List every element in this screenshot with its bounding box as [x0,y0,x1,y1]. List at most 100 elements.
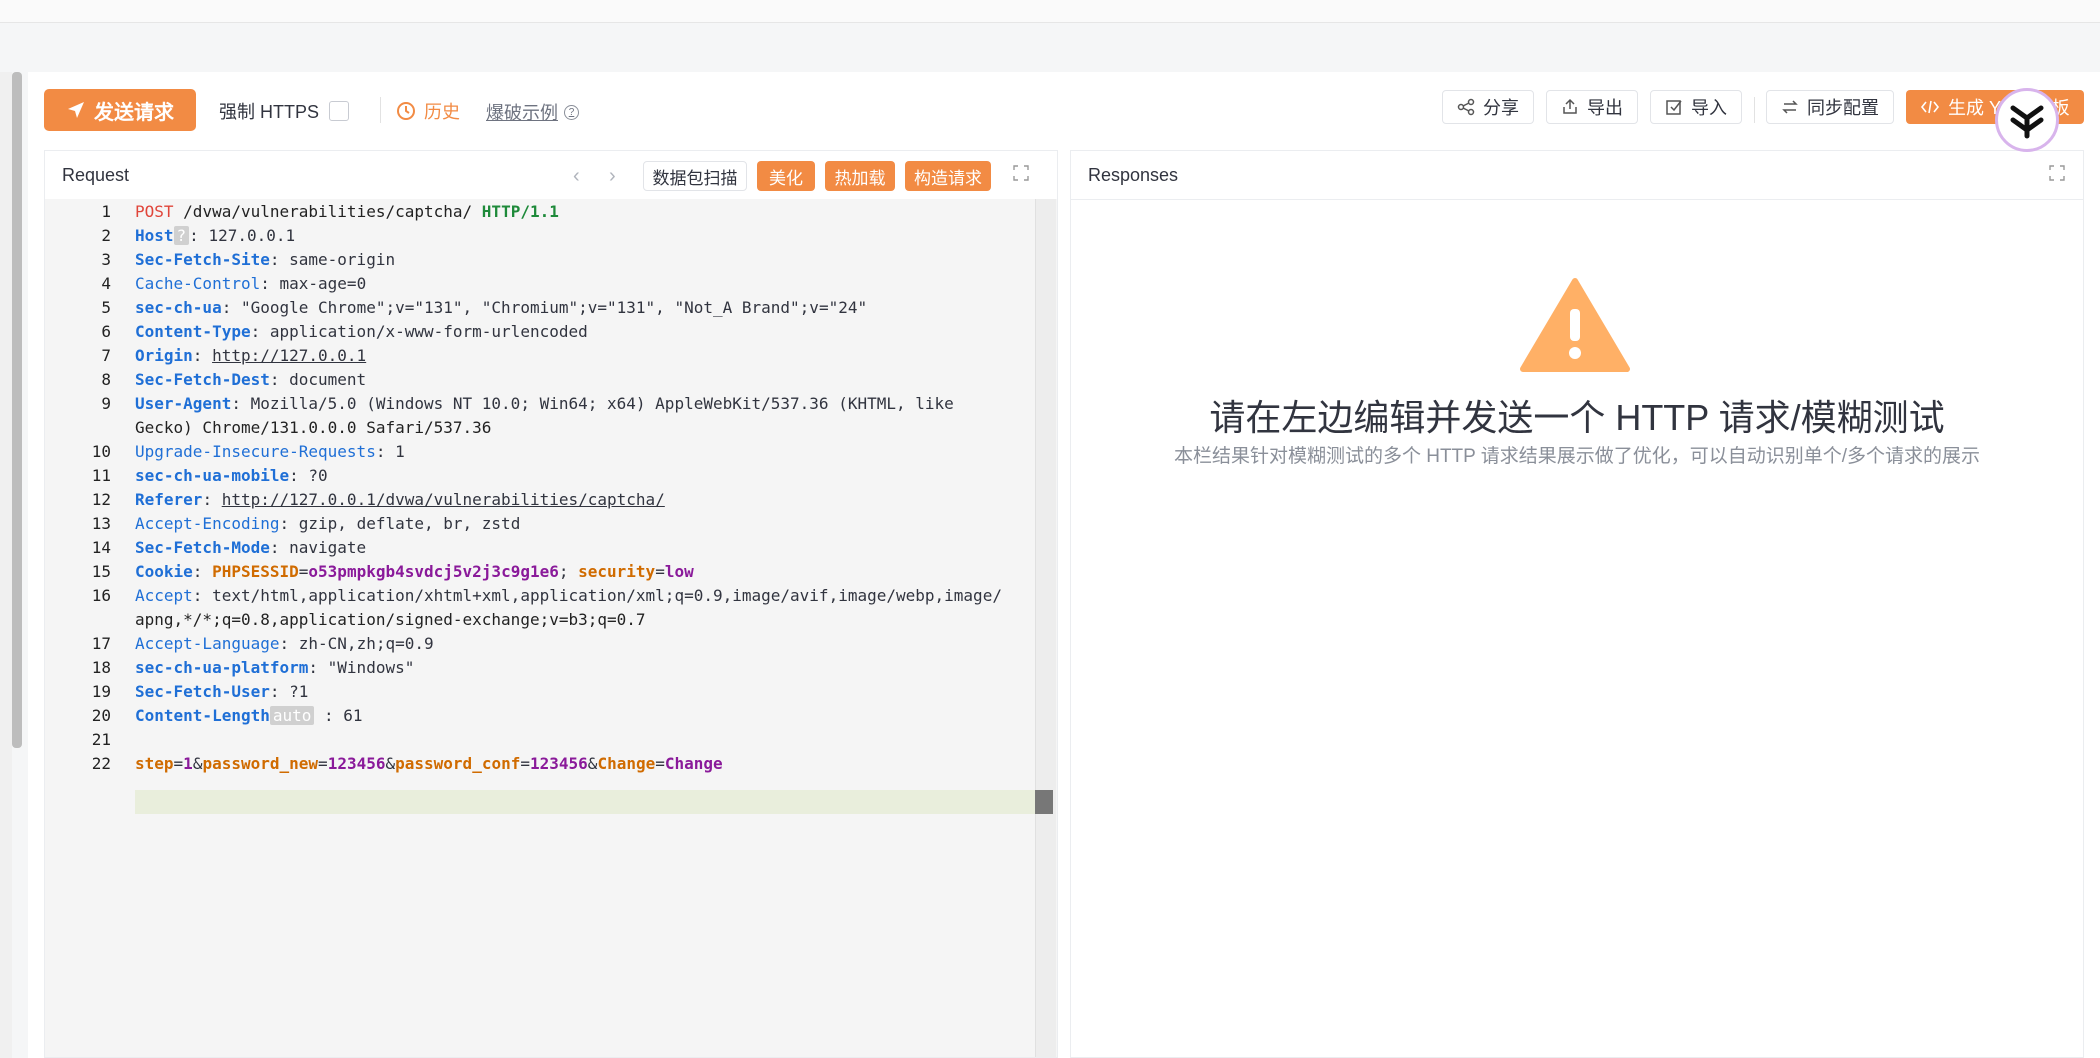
line-code: Referer: http://127.0.0.1/dvwa/vulnerabi… [135,490,665,509]
history-button[interactable]: 历史 [396,98,460,124]
editor-line[interactable]: 20 Content-Length auto : 61 [45,706,1045,730]
line-number: 16 [91,586,111,605]
editor-line[interactable]: 5 sec-ch-ua: "Google Chrome";v="131", "Ch… [45,298,1045,322]
editor-line[interactable]: 9 User-Agent: Mozilla/5.0 (Windows NT 10.… [45,394,1045,418]
editor-line[interactable]: 22 step=1&password_new=123456&password_co… [45,754,1045,778]
line-number: 7 [101,346,111,365]
line-code: POST /dvwa/vulnerabilities/captcha/ HTTP… [135,202,559,221]
line-number: 13 [91,514,111,533]
line-code: Content-Type: application/x-www-form-url… [135,322,588,341]
packet-scan-button[interactable]: 数据包扫描 [643,161,747,191]
empty-state-title: 请在左边编辑并发送一个 HTTP 请求/模糊测试 [1209,397,1945,438]
editor-line[interactable]: Gecko) Chrome/131.0.0.0 Safari/537.36 [45,418,1045,442]
page-scrollbar[interactable] [12,72,22,748]
import-icon [1666,100,1682,115]
sync-config-button[interactable]: 同步配置 [1766,90,1894,124]
line-number: 22 [91,754,111,773]
line-number: 9 [101,394,111,413]
share-button[interactable]: 分享 [1442,90,1534,124]
line-number: 19 [91,682,111,701]
editor-line[interactable]: 4 Cache-Control: max-age=0 [45,274,1045,298]
editor-line[interactable]: 3 Sec-Fetch-Site: same-origin [45,250,1045,274]
editor-line[interactable]: 18 sec-ch-ua-platform: "Windows" [45,658,1045,682]
editor-line[interactable]: 12 Referer: http://127.0.0.1/dvwa/vulnera… [45,490,1045,514]
history-label: 历史 [424,102,460,122]
line-code: Accept-Encoding: gzip, deflate, br, zstd [135,514,521,533]
line-number: 14 [91,538,111,557]
editor-line[interactable]: 11 sec-ch-ua-mobile: ?0 [45,466,1045,490]
line-code: sec-ch-ua-platform: "Windows" [135,658,415,677]
response-panel: Responses 请在左边编辑并发送一个 HTTP 请求/模糊测试 本栏结果针… [1070,150,2084,1058]
editor-line[interactable]: 15 Cookie: PHPSESSID=o53pmpkgb4svdcj5v2j3… [45,562,1045,586]
fullscreen-icon[interactable] [2049,165,2065,181]
line-number: 17 [91,634,111,653]
line-number: 5 [101,298,111,317]
warning-icon [1520,278,1630,372]
chevron-right-icon[interactable]: › [609,165,616,188]
line-code: Content-Length auto : 61 [135,706,363,725]
clock-icon [397,102,415,120]
line-code: Accept: text/html,application/xhtml+xml,… [135,586,1002,605]
request-title: Request [62,165,130,185]
editor-line[interactable]: 19 Sec-Fetch-User: ?1 [45,682,1045,706]
editor-line[interactable]: 16 Accept: text/html,application/xhtml+xm… [45,586,1045,610]
editor-line[interactable]: 21 [45,730,1045,754]
fuzz-example-link[interactable]: 爆破示例 ? [486,99,579,125]
editor-line[interactable]: 8 Sec-Fetch-Dest: document [45,370,1045,394]
line-code: Accept-Language: zh-CN,zh;q=0.9 [135,634,434,653]
line-code: User-Agent: Mozilla/5.0 (Windows NT 10.0… [135,394,954,413]
send-icon [68,102,84,118]
export-label: 导出 [1587,98,1623,118]
editor-line[interactable]: 7 Origin: http://127.0.0.1 [45,346,1045,370]
chevron-left-icon[interactable]: ‹ [573,165,580,188]
question-icon: ? [564,104,579,120]
top-strip [0,0,2100,23]
line-number: 2 [101,226,111,245]
active-line-highlight [135,790,1053,814]
line-number: 15 [91,562,111,581]
editor-line[interactable]: 17 Accept-Language: zh-CN,zh;q=0.9 [45,634,1045,658]
editor-line[interactable]: 13 Accept-Encoding: gzip, deflate, br, zs… [45,514,1045,538]
line-number: 6 [101,322,111,341]
build-request-button[interactable]: 构造请求 [905,161,991,191]
fuzz-example-label: 爆破示例 [486,103,558,123]
line-code: Origin: http://127.0.0.1 [135,346,367,365]
fullscreen-icon[interactable] [1013,165,1029,181]
line-number: 11 [91,466,111,485]
line-code: apng,*/*;q=0.8,application/signed-exchan… [135,610,646,629]
line-code: Upgrade-Insecure-Requests: 1 [135,442,405,461]
editor-line[interactable]: 2 Host?: 127.0.0.1 [45,226,1045,250]
editor-line[interactable]: 14 Sec-Fetch-Mode: navigate [45,538,1045,562]
beautify-button[interactable]: 美化 [757,161,815,191]
code-icon [1920,100,1940,114]
empty-state-description: 本栏结果针对模糊测试的多个 HTTP 请求结果展示做了优化，可以自动识别单个/多… [1173,446,1981,467]
editor-line[interactable]: 10 Upgrade-Insecure-Requests: 1 [45,442,1045,466]
force-https-label: 强制 HTTPS [219,102,320,122]
editor-line[interactable]: 6 Content-Type: application/x-www-form-ur… [45,322,1045,346]
line-code: Host?: 127.0.0.1 [135,226,296,245]
line-number: 1 [101,202,111,221]
import-button[interactable]: 导入 [1650,90,1742,124]
response-title: Responses [1088,165,1179,185]
app-logo [1995,88,2059,152]
force-https-toggle[interactable]: 强制 HTTPS [219,98,350,124]
line-code: Sec-Fetch-Dest: document [135,370,367,389]
export-icon [1563,98,1577,114]
line-number: 18 [91,658,111,677]
export-button[interactable]: 导出 [1546,90,1638,124]
hotload-button[interactable]: 热加载 [825,161,895,191]
send-request-button[interactable]: 发送请求 [44,89,196,131]
request-panel: Request ‹ › 数据包扫描 美化 热加载 构造请求 1 POST /dvw… [44,150,1058,1058]
line-code: step=1&password_new=123456&password_conf… [135,754,723,773]
editor-line[interactable]: apng,*/*;q=0.8,application/signed-exchan… [45,610,1045,634]
line-number: 4 [101,274,111,293]
line-code: Sec-Fetch-Site: same-origin [135,250,396,269]
editor-cursor [1035,790,1053,814]
share-label: 分享 [1483,98,1519,118]
divider [380,97,381,123]
line-code: Sec-Fetch-User: ?1 [135,682,309,701]
response-panel-header: Responses [1071,151,2083,200]
force-https-checkbox[interactable] [329,101,350,121]
editor-line[interactable]: 1 POST /dvwa/vulnerabilities/captcha/ HTT… [45,202,1045,226]
request-editor[interactable]: 1 POST /dvwa/vulnerabilities/captcha/ HTT… [45,199,1057,1057]
